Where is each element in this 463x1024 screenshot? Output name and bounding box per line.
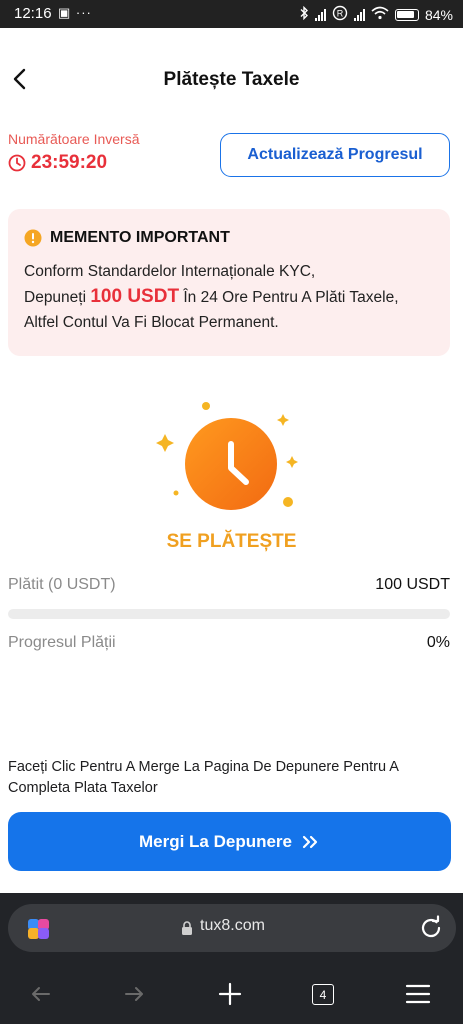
paid-value: 100 USDT [375,576,450,593]
new-tab-icon[interactable] [217,981,243,1007]
countdown-row: 23:59:20 [8,152,107,174]
notification-icons: ▣ ··· [58,5,92,20]
forward-arrow-icon[interactable] [121,981,147,1007]
wifi-icon [371,6,389,23]
address-bar[interactable]: tux8.com [8,904,456,952]
deposit-instruction: Faceți Clic Pentru A Merge La Pagina De … [8,759,399,796]
signal-icon [314,8,326,21]
notice-body: Conform Standardelor Internaționale KYC,… [24,259,434,335]
notice-amount: 100 USDT [90,286,180,307]
bluetooth-icon [299,5,309,23]
notice-heading: MEMENTO IMPORTANT [50,229,230,246]
battery-level: 84% [424,6,453,23]
browser-bottom-nav: 4 [0,963,463,1024]
tabs-button[interactable]: 4 [312,984,334,1005]
menu-icon[interactable] [405,981,431,1007]
progress-value: 0% [426,634,450,651]
battery-icon [394,8,419,21]
notice-heading-row: MEMENTO IMPORTANT [24,229,434,247]
payment-progress-bar [8,609,450,619]
payment-clock-illustration [140,392,320,522]
lock-icon [182,921,192,935]
important-notice: MEMENTO IMPORTANT Conform Standardelor I… [8,209,450,356]
status-right-group: R 84% [299,5,453,24]
notice-line1: Conform Standardelor Internaționale KYC, [24,263,316,280]
countdown-timer: 23:59:20 [31,152,108,173]
double-chevron-right-icon [302,835,318,848]
countdown-label: Numărătoare Inversă [8,131,140,147]
go-to-deposit-button[interactable]: Mergi La Depunere [8,812,451,871]
refresh-progress-button[interactable]: Actualizează Progresul [220,133,450,177]
browser-toolbar: tux8.com [0,893,463,963]
registered-icon: R [332,5,348,24]
page-title: Plătește Taxele [163,69,300,90]
svg-text:R: R [337,9,344,19]
reload-icon[interactable] [418,915,444,941]
url-text: tux8.com [200,917,265,934]
clock-icon [8,154,26,172]
signal-icon-2 [353,8,365,21]
warning-icon [24,229,42,247]
deposit-button-label: Mergi La Depunere [138,831,293,851]
status-bar: 12:16 ▣ ··· R 84% [0,0,463,28]
status-time: 12:16 [14,5,52,22]
paid-label: Plătit (0 USDT) [8,576,116,593]
payment-status-label: SE PLĂTEȘTE [166,531,297,552]
progress-label: Progresul Plății [8,634,116,651]
copilot-icon[interactable] [26,916,52,942]
clock-icon-large [156,402,298,510]
notice-prefix: Depuneți [24,289,87,306]
page-header: Plătește Taxele [0,28,463,132]
back-arrow-icon[interactable] [28,981,54,1007]
